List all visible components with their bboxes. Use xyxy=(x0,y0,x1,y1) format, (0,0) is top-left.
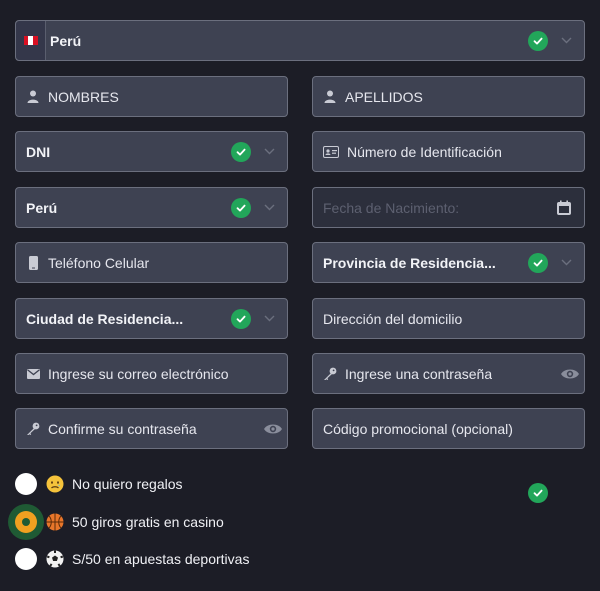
bonus-option-label: No quiero regalos xyxy=(72,476,183,492)
check-icon xyxy=(231,308,251,329)
promo-code-placeholder: Código promocional (opcional) xyxy=(323,420,513,437)
nationality-select[interactable]: Perú xyxy=(15,187,288,228)
phone-icon xyxy=(28,255,38,270)
radio-button[interactable] xyxy=(15,548,37,570)
country-select[interactable]: Perú xyxy=(15,20,585,61)
chevron-down-icon[interactable] xyxy=(263,313,275,325)
password-confirm-placeholder: Confirme su contraseña xyxy=(48,420,197,437)
bonus-option-label: 50 giros gratis en casino xyxy=(72,514,224,530)
document-type-select[interactable]: DNI xyxy=(15,131,288,172)
chevron-down-icon[interactable] xyxy=(560,35,572,47)
check-icon xyxy=(528,252,548,273)
check-icon xyxy=(231,141,251,162)
bonus-option-sports[interactable]: S/50 en apuestas deportivas xyxy=(15,548,249,570)
birthdate-input[interactable]: Fecha de Nacimiento: xyxy=(312,187,585,228)
key-icon xyxy=(26,422,40,436)
eye-icon[interactable] xyxy=(560,367,580,381)
document-number-input[interactable]: Número de Identificación xyxy=(312,131,585,172)
bonus-option-casino[interactable]: 50 giros gratis en casino xyxy=(15,511,224,533)
user-icon xyxy=(26,90,40,104)
address-input[interactable]: Dirección del domicilio xyxy=(312,298,585,339)
bonus-option-no-gift[interactable]: No quiero regalos xyxy=(15,473,183,495)
email-placeholder: Ingrese su correo electrónico xyxy=(48,365,229,382)
email-input[interactable]: Ingrese su correo electrónico xyxy=(15,353,288,394)
apellidos-placeholder: APELLIDOS xyxy=(345,88,423,105)
nationality-value: Perú xyxy=(26,199,58,216)
envelope-icon xyxy=(26,367,40,381)
nombres-placeholder: NOMBRES xyxy=(48,88,119,105)
promo-code-input[interactable]: Código promocional (opcional) xyxy=(312,408,585,449)
soccer-ball-emoji-icon xyxy=(46,550,64,568)
password-placeholder: Ingrese una contraseña xyxy=(345,365,493,382)
password-input[interactable]: Ingrese una contraseña xyxy=(312,353,585,394)
chevron-down-icon[interactable] xyxy=(263,202,275,214)
user-icon xyxy=(323,90,337,104)
city-value: Ciudad de Residencia... xyxy=(26,310,184,327)
apellidos-input[interactable]: APELLIDOS xyxy=(312,76,585,117)
check-icon xyxy=(231,197,251,218)
check-icon xyxy=(528,30,548,51)
check-icon xyxy=(528,483,548,503)
birthdate-placeholder: Fecha de Nacimiento: xyxy=(323,199,460,216)
key-icon xyxy=(323,367,337,381)
province-select[interactable]: Provincia de Residencia... xyxy=(312,242,585,283)
phone-input[interactable]: Teléfono Celular xyxy=(15,242,288,283)
eye-icon[interactable] xyxy=(263,422,283,436)
peru-flag-icon xyxy=(16,21,46,60)
chevron-down-icon[interactable] xyxy=(263,146,275,158)
address-placeholder: Dirección del domicilio xyxy=(323,310,463,327)
basketball-emoji-icon xyxy=(46,513,64,531)
document-number-placeholder: Número de Identificación xyxy=(347,143,502,160)
document-type-value: DNI xyxy=(26,143,51,160)
province-value: Provincia de Residencia... xyxy=(323,254,496,271)
calendar-icon[interactable] xyxy=(556,200,572,216)
bonus-option-label: S/50 en apuestas deportivas xyxy=(72,551,250,567)
id-card-icon xyxy=(323,145,339,159)
city-select[interactable]: Ciudad de Residencia... xyxy=(15,298,288,339)
sad-face-emoji-icon xyxy=(46,475,64,493)
password-confirm-input[interactable]: Confirme su contraseña xyxy=(15,408,288,449)
country-select-value: Perú xyxy=(50,32,82,49)
phone-placeholder: Teléfono Celular xyxy=(48,254,150,271)
chevron-down-icon[interactable] xyxy=(560,257,572,269)
nombres-input[interactable]: NOMBRES xyxy=(15,76,288,117)
radio-button-selected[interactable] xyxy=(15,511,37,533)
radio-button[interactable] xyxy=(15,473,37,495)
